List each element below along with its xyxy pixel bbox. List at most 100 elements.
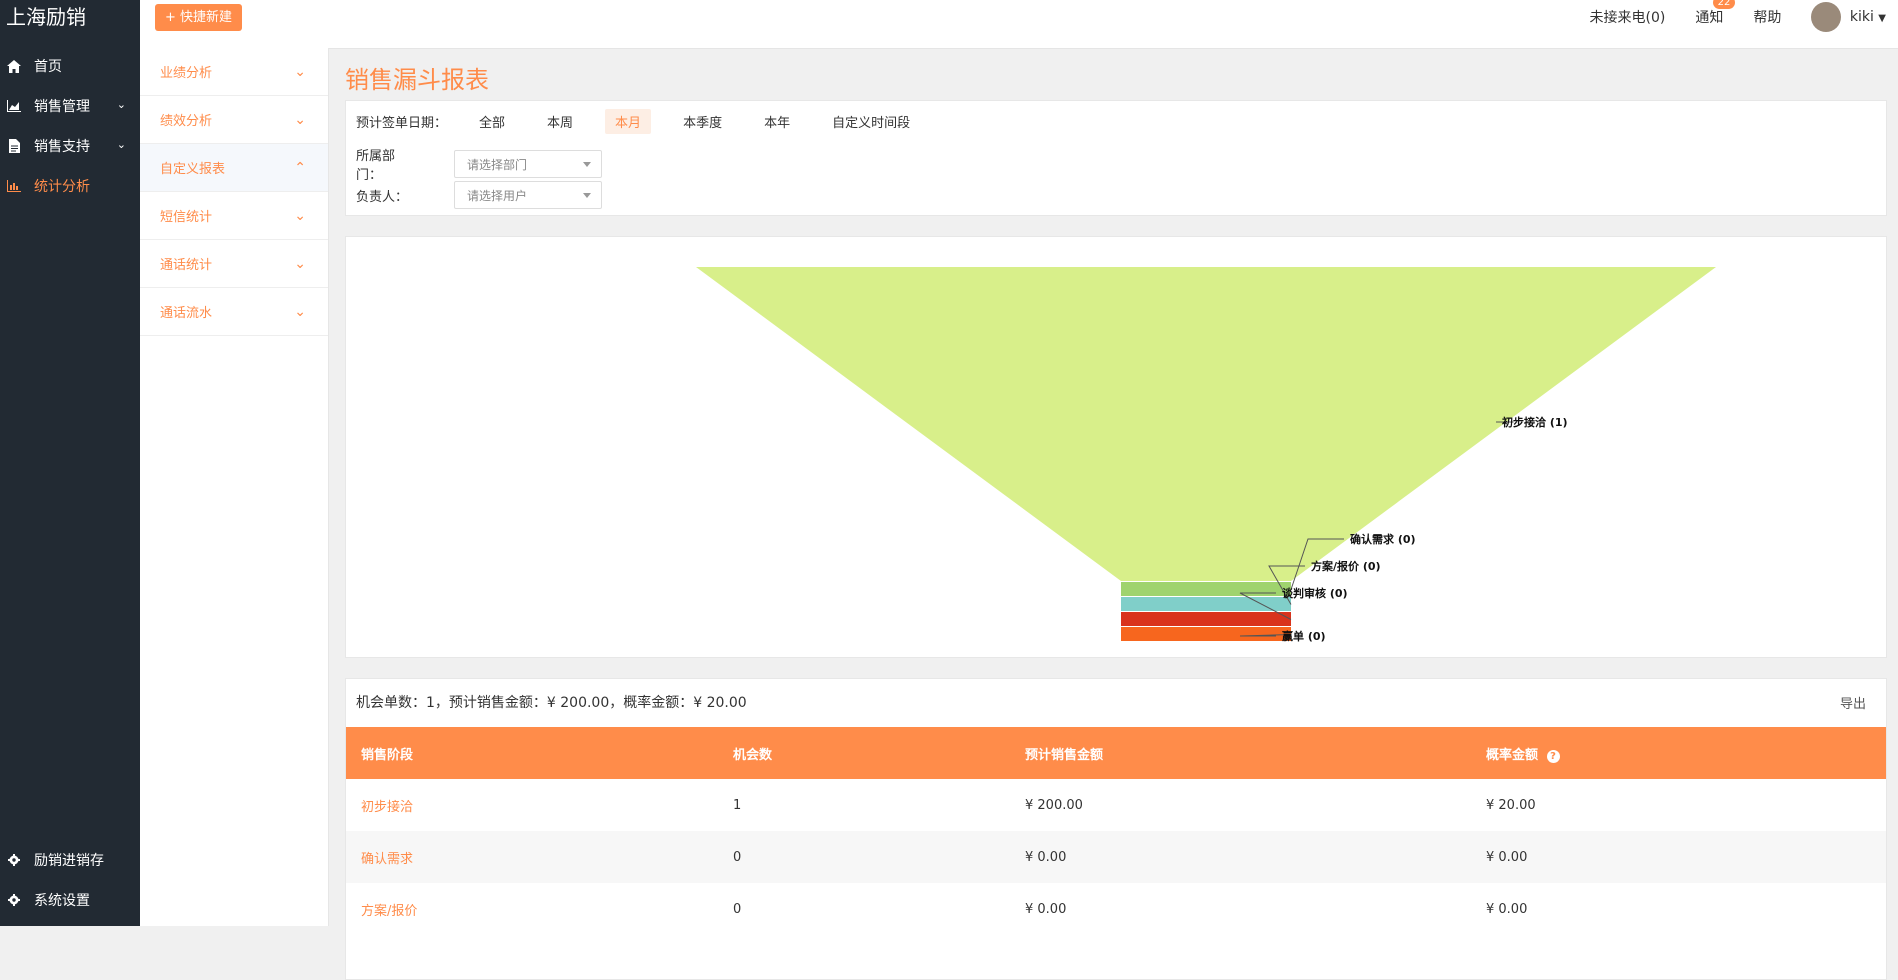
count-cell: 0 (733, 849, 742, 865)
sidebar-item-support[interactable]: 销售支持 ⌄ (0, 126, 140, 166)
filter-panel: 预计签单日期： 全部 本周 本月 本季度 本年 自定义时间段 所属部门： 请选择… (345, 100, 1887, 216)
notice-label: 通知 (1695, 10, 1724, 26)
chevron-down-icon: ⌄ (116, 98, 126, 111)
export-button[interactable]: 导出 (1840, 693, 1866, 712)
sidebar-item-settings[interactable]: 系统设置 (0, 880, 140, 920)
submenu-item-label: 自定义报表 (160, 162, 226, 177)
chevron-down-icon: ⌄ (294, 255, 306, 272)
submenu-item-custom-report[interactable]: 自定义报表 ⌃ (140, 144, 328, 192)
prob-amount-cell: ¥ 0.00 (1486, 901, 1528, 917)
funnel-chart-panel: 初步接洽 (1) 确认需求 (0) 方案/报价 (0) 谈判审核 (0) 赢单 (0) (345, 236, 1887, 658)
submenu: 业绩分析 ⌄ 绩效分析 ⌄ 自定义报表 ⌃ 短信统计 ⌄ 通话统计 ⌄ 通话流水… (140, 48, 329, 926)
submenu-item-performance[interactable]: 业绩分析 ⌄ (140, 48, 328, 96)
funnel-stage-2 (1121, 597, 1291, 611)
funnel-label: 确认需求 (0) (1350, 532, 1416, 546)
user-menu[interactable]: kiki ▼ (1811, 2, 1886, 32)
funnel-chart: 初步接洽 (1) 确认需求 (0) 方案/报价 (0) 谈判审核 (0) 赢单 (0) (696, 267, 1716, 643)
date-filter-row: 预计签单日期： 全部 本周 本月 本季度 本年 自定义时间段 (356, 109, 920, 134)
submenu-item-label: 业绩分析 (160, 66, 213, 81)
submenu-item-label: 绩效分析 (160, 114, 213, 129)
date-option-custom[interactable]: 自定义时间段 (822, 109, 920, 134)
sidebar-item-sales[interactable]: 销售管理 ⌄ (0, 86, 140, 126)
bar-chart-icon (6, 178, 22, 194)
funnel-stage-4 (1121, 627, 1291, 641)
sidebar-item-label: 系统设置 (34, 893, 90, 909)
sidebar-item-inventory[interactable]: 励销进销存 (0, 840, 140, 880)
submenu-item-sms-stats[interactable]: 短信统计 ⌄ (140, 192, 328, 240)
gear-icon (6, 852, 22, 868)
page-title: 销售漏斗报表 (345, 66, 489, 94)
date-option-all[interactable]: 全部 (469, 109, 515, 134)
document-icon (6, 138, 22, 154)
submenu-item-call-flow[interactable]: 通话流水 ⌄ (140, 288, 328, 336)
owner-select-placeholder: 请选择用户 (467, 188, 528, 203)
gear-icon (6, 892, 22, 908)
funnel-label: 谈判审核 (0) (1282, 586, 1348, 600)
header-count: 机会数 (733, 747, 773, 763)
funnel-label: 赢单 (0) (1282, 629, 1326, 643)
prob-amount-cell: ¥ 20.00 (1486, 797, 1536, 813)
help-icon[interactable]: ? (1546, 749, 1560, 763)
stage-link[interactable]: 确认需求 (347, 852, 413, 867)
owner-filter-row: 负责人： 请选择用户 (356, 181, 602, 209)
funnel-label: 方案/报价 (0) (1311, 559, 1381, 573)
user-name: kiki (1849, 9, 1874, 25)
sidebar-item-label: 首页 (34, 59, 62, 75)
prob-amount-cell: ¥ 0.00 (1486, 849, 1528, 865)
topbar: + 快捷新建 未接来电(0) 通知 22 帮助 kiki ▼ (140, 0, 1898, 49)
amount-cell: ¥ 0.00 (1025, 849, 1067, 865)
amount-cell: ¥ 0.00 (1025, 901, 1067, 917)
count-cell: 0 (733, 901, 742, 917)
notice-badge: 22 (1712, 0, 1736, 9)
sidebar-item-label: 统计分析 (34, 179, 90, 195)
caret-down-icon (583, 162, 591, 167)
caret-down-icon: ▼ (1878, 13, 1886, 24)
owner-select[interactable]: 请选择用户 (454, 181, 602, 209)
help-link[interactable]: 帮助 (1753, 7, 1781, 27)
submenu-item-label: 通话流水 (160, 306, 213, 321)
date-option-quarter[interactable]: 本季度 (673, 109, 732, 134)
table-row: 方案/报价 0 ¥ 0.00 ¥ 0.00 (346, 883, 1886, 935)
chevron-down-icon: ⌄ (294, 303, 306, 320)
funnel-label: 初步接洽 (1) (1502, 415, 1568, 429)
area-chart-icon (6, 98, 22, 114)
topbar-right: 未接来电(0) 通知 22 帮助 kiki ▼ (1590, 0, 1898, 34)
header-prob-amount: 概率金额 (1486, 747, 1539, 763)
app-title: 上海励销 (6, 5, 86, 29)
chevron-down-icon: ⌄ (116, 138, 126, 151)
dept-select-placeholder: 请选择部门 (467, 157, 528, 172)
date-filter-label: 预计签单日期： (356, 116, 448, 131)
date-option-year[interactable]: 本年 (754, 109, 800, 134)
main-content: 销售漏斗报表 预计签单日期： 全部 本周 本月 本季度 本年 自定义时间段 所属… (345, 48, 1887, 980)
table-row: 确认需求 0 ¥ 0.00 ¥ 0.00 (346, 831, 1886, 883)
date-option-month[interactable]: 本月 (605, 109, 652, 134)
chevron-down-icon: ⌄ (294, 63, 306, 80)
submenu-item-kpi[interactable]: 绩效分析 ⌄ (140, 96, 328, 144)
submenu-item-call-stats[interactable]: 通话统计 ⌄ (140, 240, 328, 288)
report-table-panel: 机会单数：1，预计销售金额：¥ 200.00，概率金额：¥ 20.00 导出 销… (345, 678, 1887, 980)
quick-new-button[interactable]: + 快捷新建 (155, 4, 243, 31)
sidebar-item-statistics[interactable]: 统计分析 (0, 166, 140, 206)
report-table: 销售阶段 机会数 预计销售金额 概率金额 ? 初步接洽 1 ¥ 200.00 ¥… (346, 727, 1886, 935)
amount-cell: ¥ 200.00 (1025, 797, 1083, 813)
stage-link[interactable]: 初步接洽 (347, 800, 413, 815)
date-option-week[interactable]: 本周 (537, 109, 583, 134)
dept-filter-row: 所属部门： 请选择部门 (356, 145, 602, 183)
sidebar: 上海励销 首页 销售管理 ⌄ 销售支持 ⌄ 统计分析 励销进销存 系统设置 (0, 0, 140, 926)
caret-down-icon (583, 193, 591, 198)
dept-select[interactable]: 请选择部门 (454, 150, 602, 178)
sidebar-item-label: 销售支持 (34, 139, 90, 155)
owner-filter-label: 负责人： (356, 189, 409, 205)
notice-link[interactable]: 通知 22 (1695, 0, 1736, 27)
summary-text: 机会单数：1，预计销售金额：¥ 200.00，概率金额：¥ 20.00 (356, 695, 747, 711)
avatar (1811, 2, 1842, 32)
header-amount: 预计销售金额 (1025, 747, 1104, 763)
funnel-stage-3 (1121, 612, 1291, 626)
home-icon (6, 58, 22, 74)
chevron-down-icon: ⌄ (294, 111, 306, 128)
sidebar-item-label: 销售管理 (34, 99, 90, 115)
table-header-row: 销售阶段 机会数 预计销售金额 概率金额 ? (346, 727, 1886, 779)
stage-link[interactable]: 方案/报价 (347, 904, 417, 919)
sidebar-item-home[interactable]: 首页 (0, 46, 140, 86)
missed-calls-link[interactable]: 未接来电(0) (1590, 7, 1666, 27)
